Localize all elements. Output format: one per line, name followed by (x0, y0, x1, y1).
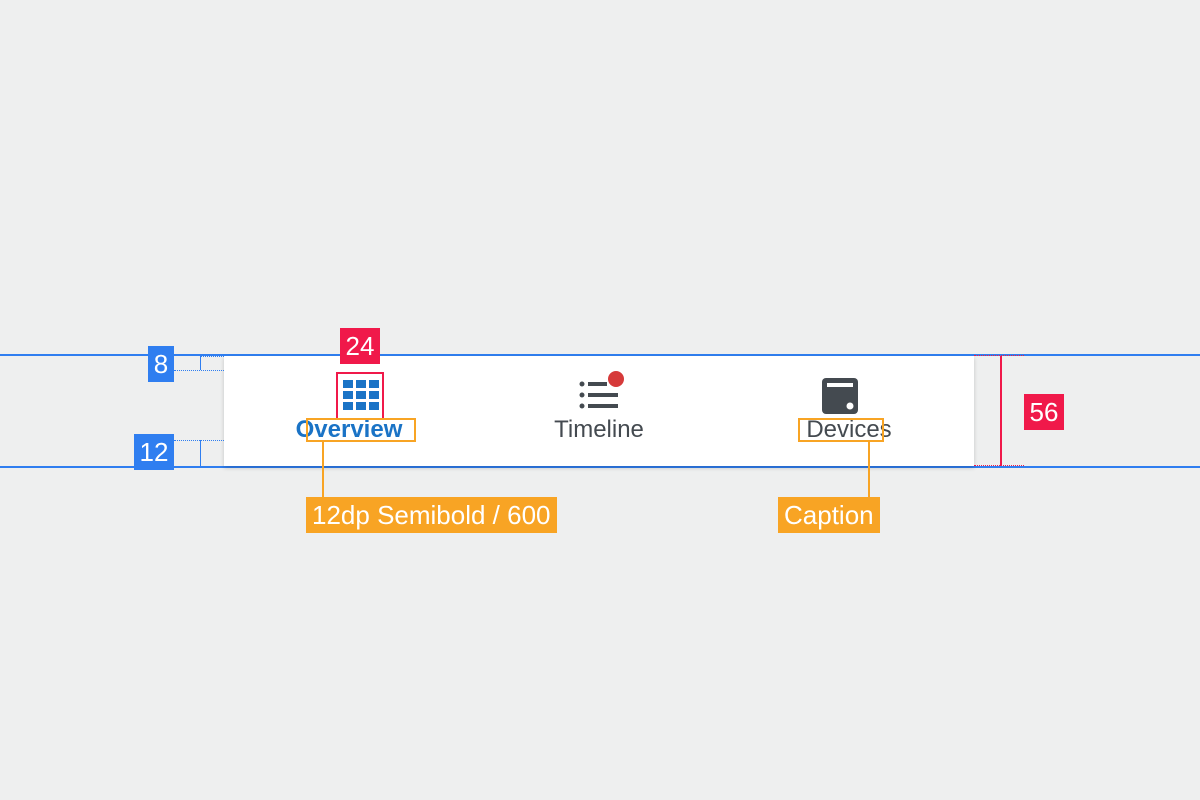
bar-height-dotted-bottom (974, 465, 1024, 466)
top-padding-badge: 8 (148, 346, 174, 382)
bar-height-marker (1000, 356, 1002, 466)
notification-dot-icon (608, 371, 624, 387)
icon-size-badge: 24 (340, 328, 380, 364)
devices-label-outline (798, 418, 884, 442)
caption-badge: Caption (778, 497, 880, 533)
overview-label-outline (306, 418, 416, 442)
caption-callout-line (868, 442, 870, 498)
top-padding-marker (200, 356, 201, 370)
top-padding-dotted-top (200, 356, 224, 357)
icon-bounds-outline (336, 372, 384, 420)
top-padding-dotted (174, 370, 224, 371)
bar-height-badge: 56 (1024, 394, 1064, 430)
device-icon (822, 378, 858, 414)
guide-line-bottom (0, 466, 1200, 468)
bottom-padding-badge: 12 (134, 434, 174, 470)
bottom-padding-marker (200, 440, 201, 466)
label-font-callout-line (322, 442, 324, 498)
bottom-padding-dotted (174, 440, 224, 441)
label-font-badge: 12dp Semibold / 600 (306, 497, 557, 533)
nav-label-timeline: Timeline (554, 416, 644, 443)
bar-height-dotted-top (974, 355, 1024, 356)
nav-item-timeline[interactable]: Timeline (474, 356, 724, 466)
nav-item-devices[interactable]: Devices (724, 356, 974, 466)
